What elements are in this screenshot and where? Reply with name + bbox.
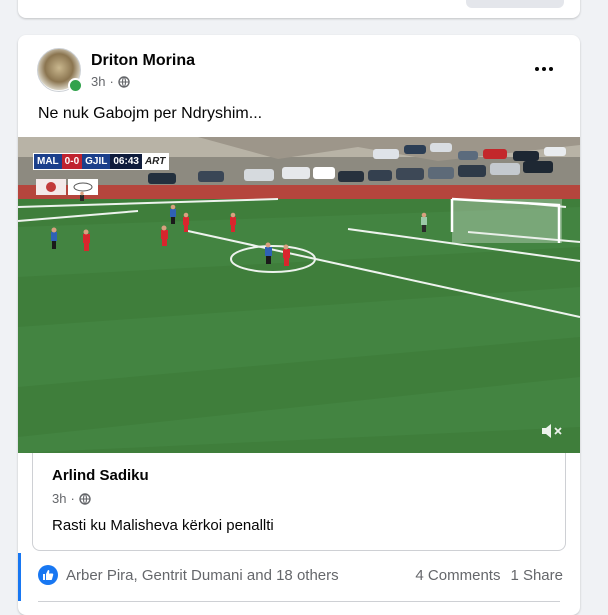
previous-post-card <box>18 0 580 18</box>
reactors-text[interactable]: Arber Pira, Gentrit Dumani and 18 others <box>66 567 339 584</box>
speaker-muted-icon[interactable] <box>540 421 564 441</box>
reactions-summary[interactable]: Arber Pira, Gentrit Dumani and 18 others <box>38 565 339 585</box>
globe-icon[interactable] <box>118 75 130 88</box>
match-score: 0-0 <box>61 154 83 169</box>
engagement-counts: 4 Comments 1 Share <box>415 567 563 584</box>
comments-count[interactable]: 4 Comments <box>415 567 500 584</box>
post-author-name[interactable]: Driton Morina <box>91 52 195 70</box>
more-options-icon <box>535 67 539 71</box>
match-clock: 06:43 <box>110 154 142 169</box>
away-team-label: GJIL <box>82 154 111 169</box>
shared-post-meta: 3h · <box>52 491 91 506</box>
like-icon <box>38 565 58 585</box>
channel-logo: ART <box>141 154 169 169</box>
feed-post: Driton Morina 3h · Ne nuk Gabojm per Ndr… <box>18 35 580 615</box>
shared-post-text: Rasti ku Malisheva kërkoi penallti <box>52 517 274 534</box>
author-avatar[interactable] <box>37 48 83 93</box>
match-video-frame <box>18 137 580 453</box>
previous-post-action-button[interactable] <box>466 0 564 8</box>
shared-meta-separator: · <box>70 491 75 506</box>
home-team-label: MAL <box>34 154 62 169</box>
scoreboard: MAL 0-0 GJIL 06:43 ART <box>33 153 170 170</box>
post-meta: 3h · <box>91 74 130 89</box>
post-text: Ne nuk Gabojm per Ndryshim... <box>38 105 263 122</box>
globe-icon[interactable] <box>79 492 91 505</box>
more-options-button[interactable] <box>526 55 562 83</box>
shares-count[interactable]: 1 Share <box>510 567 563 584</box>
shared-post-timestamp[interactable]: 3h <box>52 491 66 506</box>
shared-post-author[interactable]: Arlind Sadiku <box>52 467 149 484</box>
online-status-indicator <box>68 78 83 93</box>
goal <box>450 197 562 243</box>
post-timestamp[interactable]: 3h <box>91 74 105 89</box>
video-player[interactable]: MAL 0-0 GJIL 06:43 ART <box>18 137 580 453</box>
shared-post-card[interactable]: Arlind Sadiku 3h · Rasti ku Malisheva kë… <box>32 453 566 551</box>
focus-indicator <box>18 553 21 601</box>
meta-separator: · <box>109 74 114 89</box>
